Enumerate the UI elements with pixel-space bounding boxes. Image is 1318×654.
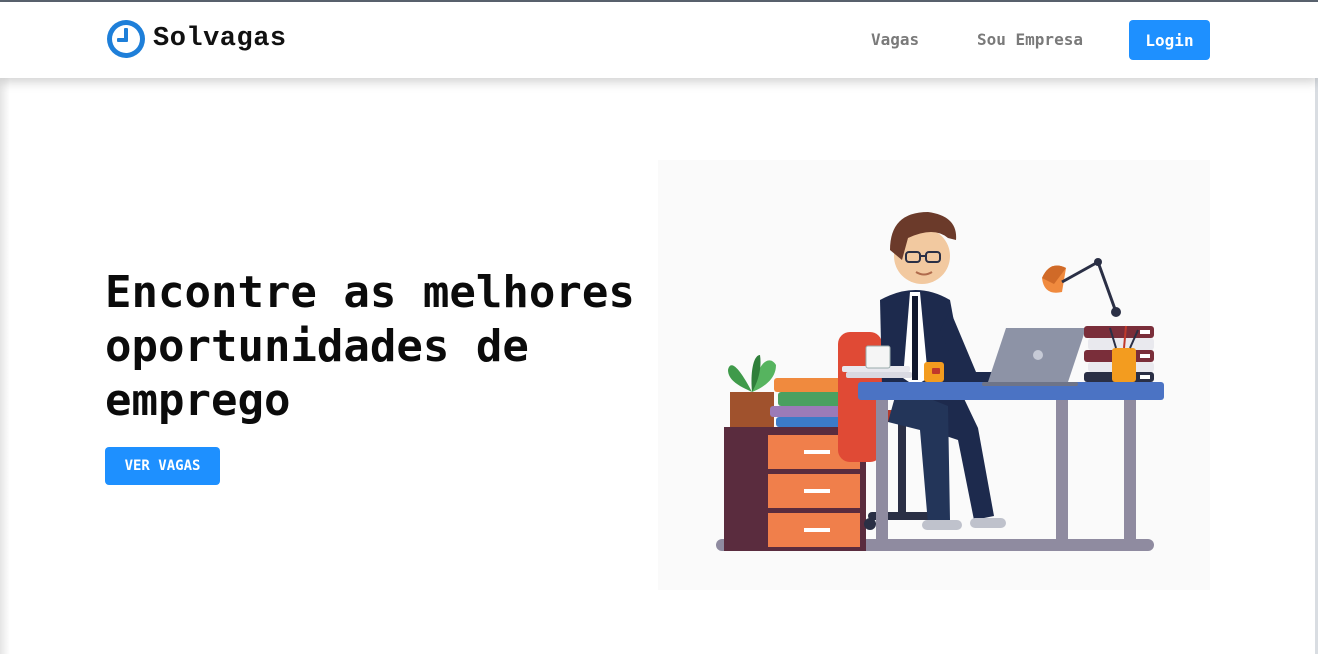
nav-link-sou-empresa[interactable]: Sou Empresa [977,30,1083,49]
man-working-at-desk-illustration [658,160,1210,590]
hero-title: Encontre as melhores oportunidades de em… [105,267,635,426]
nav-link-vagas[interactable]: Vagas [871,30,919,49]
clock-icon [107,20,145,58]
login-button[interactable]: Login [1129,20,1210,60]
navbar: Solvagas Vagas Sou Empresa Login [0,2,1318,78]
left-edge-shadow [0,2,10,654]
ver-vagas-button[interactable]: VER VAGAS [105,447,220,485]
brand-name: Solvagas [153,24,287,54]
brand-logo-link[interactable]: Solvagas [105,18,287,60]
